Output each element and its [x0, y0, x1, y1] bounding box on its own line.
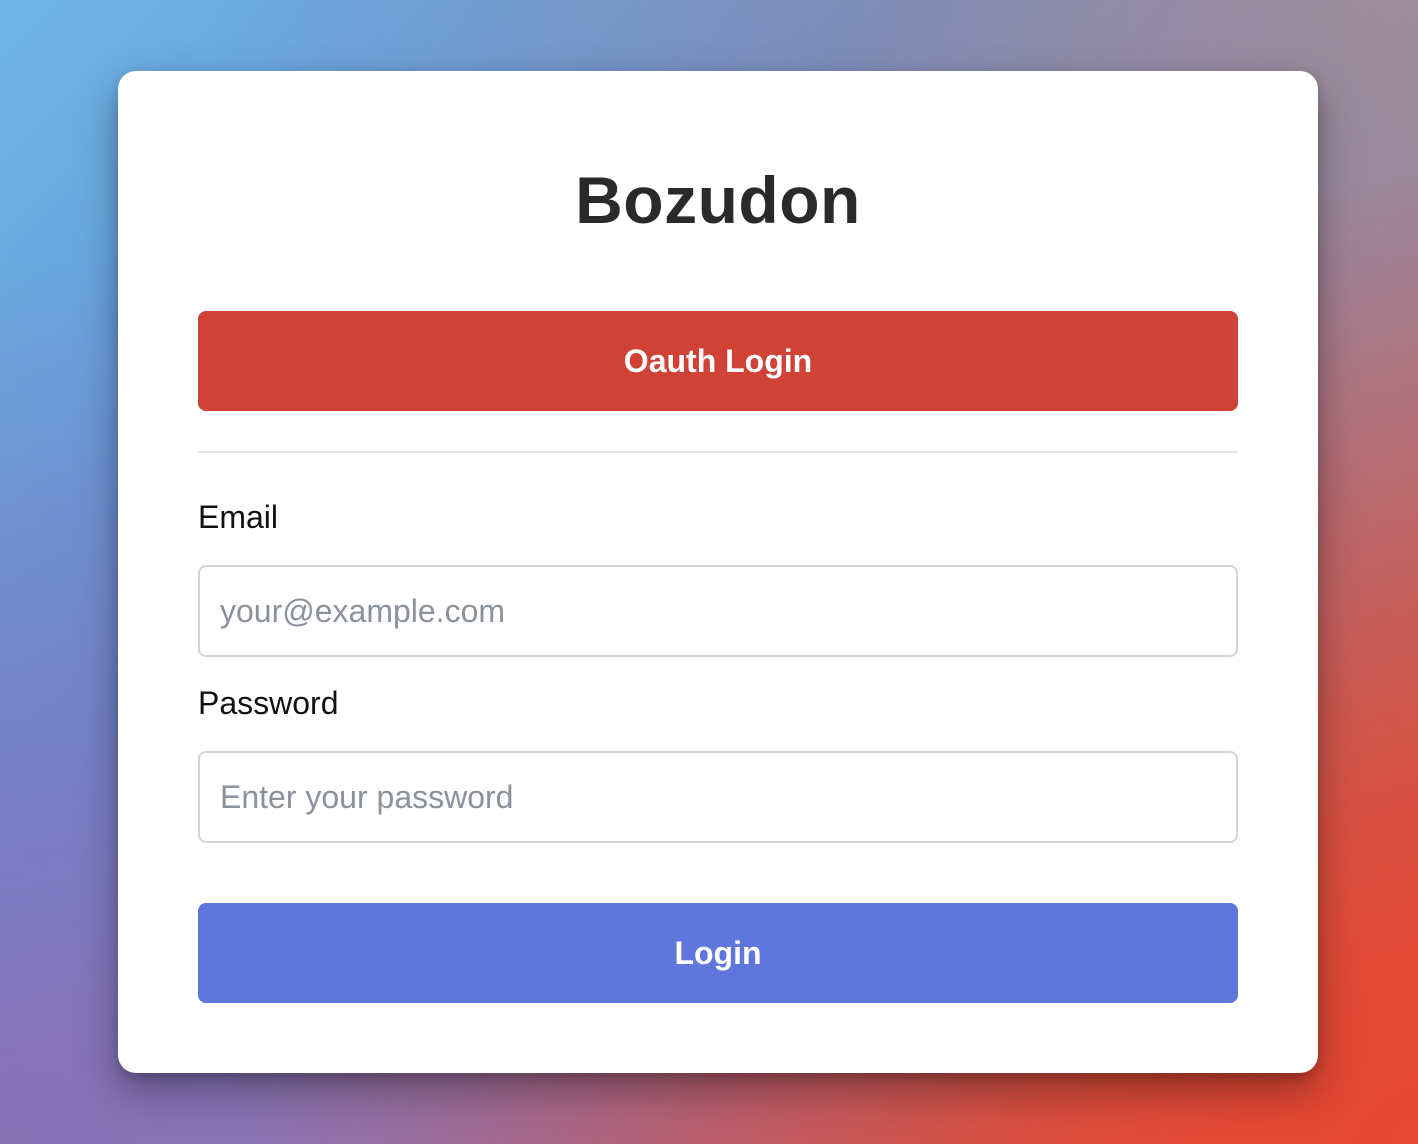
app-title: Bozudon	[575, 163, 861, 237]
email-input[interactable]	[198, 565, 1238, 657]
login-card: Bozudon Oauth Login Email Password Login	[118, 71, 1318, 1073]
login-button[interactable]: Login	[198, 903, 1238, 1003]
email-label: Email	[198, 499, 279, 535]
password-label: Password	[198, 685, 339, 721]
password-input[interactable]	[198, 751, 1238, 843]
divider	[198, 451, 1238, 453]
oauth-login-button[interactable]: Oauth Login	[198, 311, 1238, 411]
